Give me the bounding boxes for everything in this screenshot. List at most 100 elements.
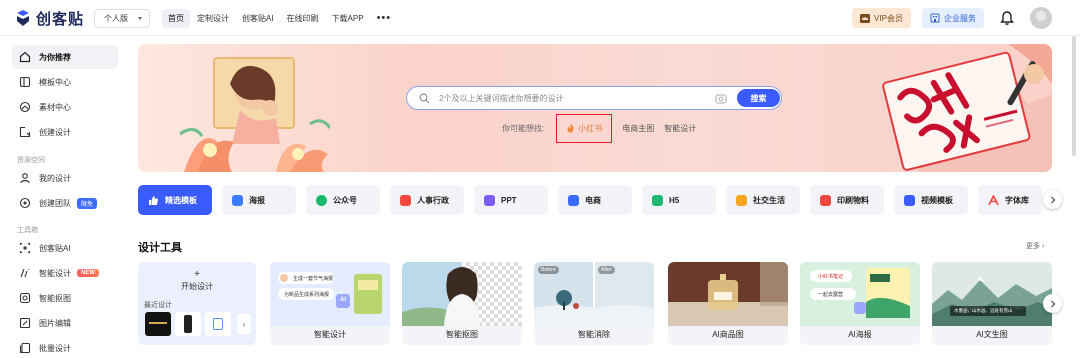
search-input[interactable]: [439, 91, 699, 106]
start-design-label: 开始设计: [181, 282, 213, 291]
tool-ai-poster[interactable]: 小红书笔记 一起去露营 AI海报: [800, 262, 920, 345]
tab-ppt[interactable]: PPT: [474, 185, 548, 215]
enterprise-button[interactable]: 企业服务: [922, 8, 984, 28]
tool-label: 智能抠图: [446, 330, 478, 339]
sidebar-item-label: 批量设计: [39, 343, 71, 353]
sidebar-item-materials[interactable]: 素材中心: [12, 95, 118, 119]
suggest-label: 小红书: [578, 123, 603, 133]
bell-icon[interactable]: [1000, 10, 1014, 26]
tab-label: 精选模板: [165, 195, 197, 205]
nav-home[interactable]: 首页: [162, 9, 190, 28]
nav-print[interactable]: 在线印刷: [281, 9, 325, 28]
tool-ai-product[interactable]: AI商品图: [668, 262, 788, 345]
chevron-down-icon: [138, 17, 142, 20]
sidebar-item-label: 创建团队: [39, 198, 71, 208]
mothers-day-card-art: [882, 44, 1052, 172]
tab-label: 人事行政: [417, 195, 449, 205]
sidebar-item-templates[interactable]: 模板中心: [12, 70, 118, 94]
search-suggestions: 你可能想找: 小红书 电商主图 智能设计: [502, 113, 696, 143]
avatar[interactable]: [1030, 7, 1052, 29]
tag-xiaohongshu-note: 小红书笔记: [818, 274, 844, 280]
tag-solar-term: 生成一套节气海报: [293, 276, 334, 282]
shopping-bag-icon: [568, 194, 579, 206]
thumb-up-icon: [149, 195, 159, 205]
create-icon: [19, 126, 31, 138]
vip-button[interactable]: VIP会员: [852, 8, 911, 28]
nav-download-app[interactable]: 下载APP: [326, 9, 370, 28]
category-next-button[interactable]: [1043, 190, 1062, 209]
nav-custom-design[interactable]: 定制设计: [191, 9, 235, 28]
smart-design-icon: [20, 268, 30, 278]
tab-featured[interactable]: 精选模板: [138, 185, 212, 215]
tab-label: H5: [669, 195, 680, 205]
sidebar-item-smart-design[interactable]: 智能设计 NEW: [12, 261, 118, 285]
before-tag: Before: [538, 266, 559, 274]
video-icon: [904, 194, 915, 206]
suggest-xiaohongshu[interactable]: 小红书: [556, 113, 613, 143]
tab-social[interactable]: 社交生活: [726, 185, 800, 215]
recent-design-thumb[interactable]: [175, 312, 201, 336]
tab-label: PPT: [501, 195, 517, 205]
cutout-icon: [19, 292, 31, 304]
logo-icon: [17, 10, 29, 26]
more-icon[interactable]: •••: [371, 9, 398, 28]
team-icon: [19, 197, 31, 209]
suggest-ecommerce[interactable]: 电商主图: [622, 123, 654, 134]
building-icon: [930, 13, 940, 23]
ai-product-preview: [668, 262, 788, 326]
new-badge: NEW: [77, 269, 99, 277]
tab-video[interactable]: 视频模板: [894, 185, 968, 215]
tab-print[interactable]: 印刷物料: [810, 185, 884, 215]
chevron-right-icon: [1050, 196, 1055, 203]
sidebar-item-recommend[interactable]: 为你推荐: [12, 45, 118, 69]
tab-label: 公众号: [333, 195, 357, 205]
tab-poster[interactable]: 海报: [222, 185, 296, 215]
sidebar-item-my-designs[interactable]: 我的设计: [12, 166, 118, 190]
sidebar-item-create[interactable]: 创建设计: [12, 120, 118, 144]
suggest-prefix: 你可能想找:: [502, 123, 545, 133]
sidebar-item-label: 我的设计: [39, 173, 71, 183]
text-to-image-preview: [932, 262, 1052, 326]
enterprise-label: 企业服务: [944, 13, 976, 23]
section-tools: 工具箱: [17, 227, 38, 234]
tab-h5[interactable]: H5: [642, 185, 716, 215]
edition-select[interactable]: 个人版: [94, 9, 150, 28]
sidebar-item-batch[interactable]: 批量设计: [12, 336, 118, 358]
image-search-icon[interactable]: [715, 93, 727, 104]
brand-logo[interactable]: 创客贴: [14, 8, 84, 28]
sidebar: 为你推荐 模板中心 素材中心 创建设计 资源空间 我的设计 创建团队 限免 工具…: [0, 36, 128, 358]
sidebar-item-ai[interactable]: 创客贴AI: [12, 236, 118, 260]
nav-ai[interactable]: 创客贴AI: [236, 9, 280, 28]
tool-remove[interactable]: Before After 智能消除: [534, 262, 654, 345]
tool-smart-design[interactable]: 生成一套节气海报 为新品生成系列海报 AI 智能设计: [270, 262, 390, 345]
sidebar-item-cutout[interactable]: 智能抠图: [12, 286, 118, 310]
tool-label: AI海报: [848, 330, 872, 339]
font-icon: [988, 194, 999, 205]
sidebar-item-label: 智能设计: [39, 268, 71, 278]
image-edit-icon: [19, 317, 31, 329]
tab-fonts[interactable]: 字体库: [978, 185, 1042, 215]
tab-ecommerce[interactable]: 电商: [558, 185, 632, 215]
search-button[interactable]: 搜索: [737, 89, 780, 107]
edition-label: 个人版: [104, 14, 128, 23]
chevron-right-icon[interactable]: ›: [237, 314, 251, 334]
start-design-card[interactable]: + 开始设计 最近设计 ›: [138, 262, 256, 345]
more-link[interactable]: 更多 ›: [1026, 241, 1044, 251]
more-label: 更多: [1026, 243, 1040, 250]
tab-hr[interactable]: 人事行政: [390, 185, 464, 215]
section-resources: 资源空间: [17, 157, 45, 164]
tab-wechat[interactable]: 公众号: [306, 185, 380, 215]
crown-icon: [860, 13, 871, 23]
recent-design-thumb[interactable]: [145, 312, 171, 336]
page-scrollbar[interactable]: [1072, 36, 1076, 156]
tools-next-button[interactable]: [1043, 294, 1062, 313]
tab-label: 视频模板: [921, 195, 953, 205]
sidebar-item-create-team[interactable]: 创建团队 限免: [12, 191, 118, 215]
sidebar-item-image-edit[interactable]: 图片编辑: [12, 311, 118, 335]
recent-design-thumb[interactable]: [205, 312, 231, 336]
tool-cutout[interactable]: 智能抠图: [402, 262, 522, 345]
sidebar-item-label: 为你推荐: [39, 52, 71, 62]
tool-ai-text-to-image[interactable]: 水墨画，山水画，远处有雪山 AI文生图: [932, 262, 1052, 345]
suggest-smart-design[interactable]: 智能设计: [664, 123, 696, 134]
tab-label: 印刷物料: [837, 195, 869, 205]
